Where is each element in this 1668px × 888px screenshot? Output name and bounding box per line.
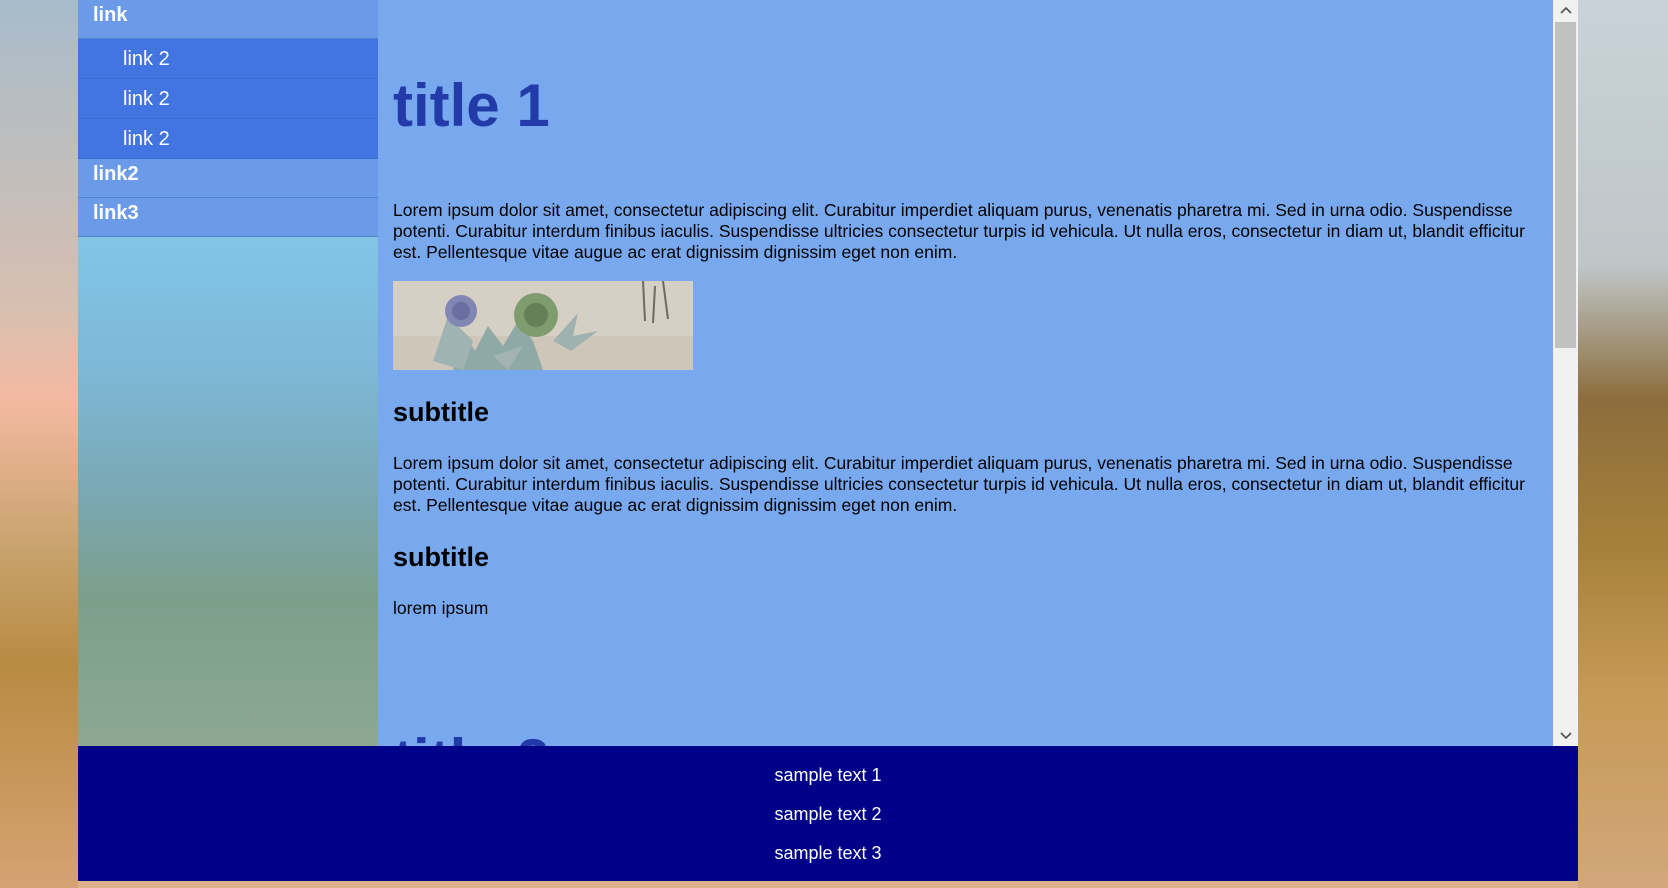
paragraph-3: lorem ipsum xyxy=(393,598,489,618)
title-1: title 1 xyxy=(393,72,550,139)
page-frame: link link 2 link 2 link 2 link2 link3 ti… xyxy=(78,0,1578,746)
nav-item-link[interactable]: link xyxy=(78,0,378,39)
subtitle-2: subtitle xyxy=(393,542,490,572)
nav-subitem-link-2[interactable]: link 2 xyxy=(78,39,378,79)
main-content[interactable]: title 1 Lorem ipsum dolor sit amet, cons… xyxy=(378,0,1553,746)
footer: sample text 1 sample text 2 sample text … xyxy=(78,746,1578,881)
footer-text-2: sample text 2 xyxy=(774,804,882,824)
sidebar: link link 2 link 2 link 2 link2 link3 xyxy=(78,0,378,746)
nav-subitem-link-2[interactable]: link 2 xyxy=(78,79,378,119)
background-right xyxy=(1578,0,1668,888)
paragraph-1: Lorem ipsum dolor sit amet, consectetur … xyxy=(393,200,1525,262)
sidebar-nav: link link 2 link 2 link 2 link2 link3 xyxy=(78,0,378,237)
scrollbar-thumb[interactable] xyxy=(1555,22,1576,348)
subtitle-1: subtitle xyxy=(393,397,490,427)
thistle-photo xyxy=(393,281,693,370)
title-2: title 2 xyxy=(393,731,1538,747)
nav-subitem-link-2[interactable]: link 2 xyxy=(78,119,378,159)
nav-item-link2[interactable]: link2 xyxy=(78,159,378,198)
vertical-scrollbar[interactable] xyxy=(1553,0,1578,746)
footer-text-1: sample text 1 xyxy=(774,765,882,785)
paragraph-2: Lorem ipsum dolor sit amet, consectetur … xyxy=(393,453,1525,515)
footer-text-3: sample text 3 xyxy=(774,843,882,863)
nav-item-link3[interactable]: link3 xyxy=(78,198,378,237)
scroll-down-arrow-icon[interactable] xyxy=(1553,726,1578,746)
scroll-up-arrow-icon[interactable] xyxy=(1553,0,1578,20)
background-left xyxy=(0,0,78,888)
